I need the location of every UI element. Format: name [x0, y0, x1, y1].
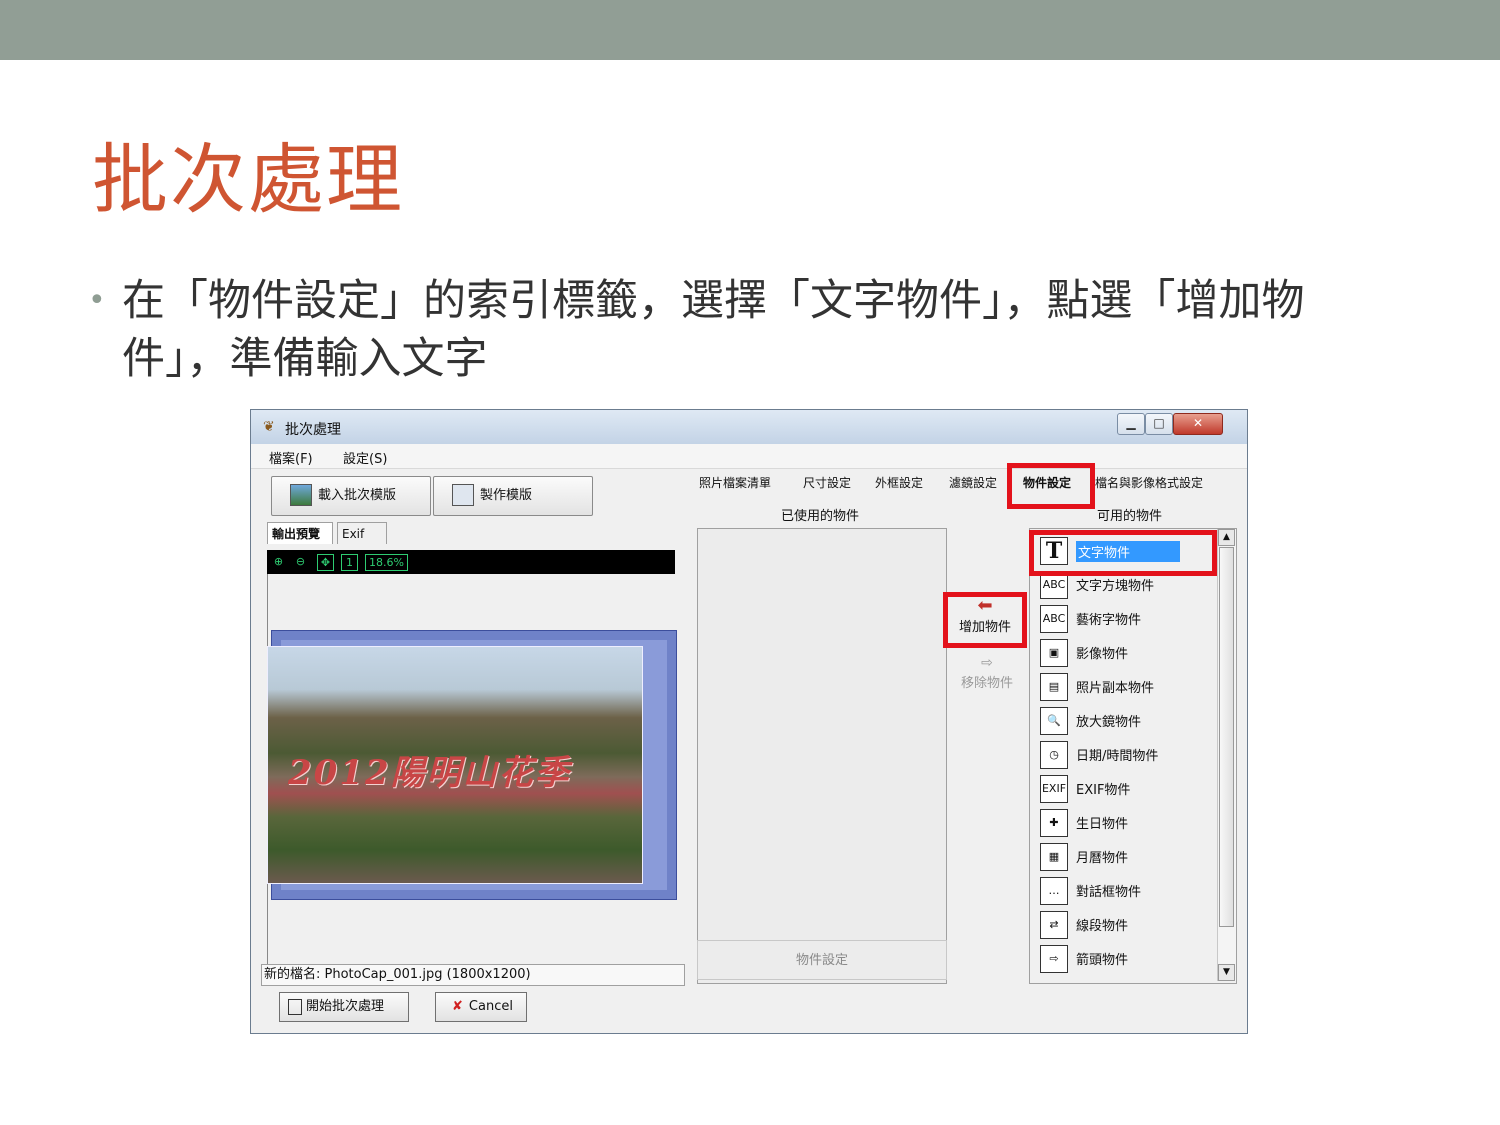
available-object-label: 影像物件	[1076, 647, 1129, 662]
actual-size-icon[interactable]: 1	[341, 554, 358, 571]
highlight-add-object	[943, 592, 1027, 648]
photo-caption: 2012陽明山花季	[288, 753, 571, 793]
cancel-label: Cancel	[468, 999, 513, 1014]
load-template-button[interactable]: 載入批次模版	[271, 476, 431, 516]
highlight-text-object	[1029, 530, 1217, 576]
tab-filename-format[interactable]: 檔名與影像格式設定	[1095, 472, 1203, 494]
tab-frame[interactable]: 外框設定	[875, 472, 923, 494]
available-list-scrollbar[interactable]: ▲ ▼	[1217, 529, 1236, 981]
slide-title: 批次處理	[92, 135, 404, 224]
make-template-icon	[452, 483, 474, 506]
tab-exif[interactable]: Exif	[337, 522, 387, 544]
available-object-item[interactable]: EXIF EXIF物件	[1040, 775, 1220, 805]
make-template-button[interactable]: 製作模版	[433, 476, 593, 516]
zoom-level: 18.6%	[365, 554, 408, 571]
available-object-label: 照片副本物件	[1076, 681, 1155, 696]
scroll-thumb[interactable]	[1219, 547, 1234, 927]
menu-bar: 檔案(F) 設定(S)	[251, 444, 1247, 469]
line-icon: ⇄	[1040, 911, 1068, 939]
bullet-dot: •	[88, 283, 106, 318]
object-settings-button[interactable]: 物件設定	[697, 940, 947, 980]
minimize-button[interactable]: ▁	[1117, 413, 1145, 435]
tab-output-preview[interactable]: 輸出預覽	[267, 522, 333, 544]
available-object-item[interactable]: ▦ 月曆物件	[1040, 843, 1220, 873]
load-template-label: 載入批次模版	[318, 488, 397, 503]
available-object-label: EXIF物件	[1076, 783, 1131, 798]
available-object-label: 箭頭物件	[1076, 953, 1129, 968]
slide-bullet: • 在「物件設定」的索引標籤，選擇「文字物件」，點選「增加物件」，準備輸入文字	[88, 272, 1378, 388]
available-object-label: 文字方塊物件	[1076, 579, 1155, 594]
status-bar: 新的檔名: PhotoCap_001.jpg (1800x1200)	[261, 964, 685, 986]
remove-object-button[interactable]: ⇨ 移除物件	[951, 654, 1023, 691]
scroll-up-icon[interactable]: ▲	[1218, 529, 1235, 546]
available-object-label: 日期/時間物件	[1076, 749, 1159, 764]
cake-icon: ✚	[1040, 809, 1068, 837]
object-settings-label: 物件設定	[795, 953, 848, 968]
zoom-out-icon[interactable]: ⊖	[293, 554, 308, 569]
art-text-icon: ABC	[1040, 605, 1068, 633]
available-object-item[interactable]: … 對話框物件	[1040, 877, 1220, 907]
available-object-label: 對話框物件	[1076, 885, 1142, 900]
available-object-label: 線段物件	[1076, 919, 1129, 934]
remove-object-label: 移除物件	[960, 676, 1013, 691]
arrow-icon: ⇨	[1040, 945, 1068, 973]
available-object-item[interactable]: 🔍 放大鏡物件	[1040, 707, 1220, 737]
available-object-item[interactable]: ABC 藝術字物件	[1040, 605, 1220, 635]
speech-bubble-icon: …	[1040, 877, 1068, 905]
exif-icon: EXIF	[1040, 775, 1068, 803]
slide-top-bar	[0, 0, 1500, 60]
highlight-object-tab	[1007, 463, 1095, 509]
menu-file[interactable]: 檔案(F)	[269, 448, 313, 467]
photocap-icon: ❦	[263, 419, 275, 435]
available-objects-list: T 文字物件 ABC 文字方塊物件 ABC 藝術字物件 ▣ 影像物件 ▤ 照片副本物件 🔍 放大鏡物件…	[1029, 528, 1237, 984]
cancel-button[interactable]: ✘ Cancel	[435, 992, 527, 1022]
batch-icon	[288, 998, 302, 1015]
preview-photo: 2012陽明山花季	[267, 646, 643, 884]
available-objects-header: 可用的物件	[1097, 509, 1163, 524]
fit-window-icon[interactable]: ✥	[317, 554, 334, 571]
scroll-down-icon[interactable]: ▼	[1218, 964, 1235, 981]
arrow-right-icon: ⇨	[981, 655, 993, 671]
cancel-x-icon: ✘	[452, 999, 463, 1014]
start-batch-label: 開始批次處理	[306, 999, 385, 1014]
settings-tabs: 照片檔案清單 尺寸設定 外框設定 濾鏡設定 物件設定 檔名與影像格式設定	[697, 472, 1243, 494]
window-titlebar[interactable]: ❦ 批次處理 ▁ □ ✕	[251, 410, 1247, 444]
available-object-item[interactable]: ▤ 照片副本物件	[1040, 673, 1220, 703]
start-batch-button[interactable]: 開始批次處理	[279, 992, 409, 1022]
available-object-item[interactable]: ▣ 影像物件	[1040, 639, 1220, 669]
close-button[interactable]: ✕	[1173, 413, 1223, 435]
available-object-label: 生日物件	[1076, 817, 1129, 832]
used-objects-header: 已使用的物件	[781, 509, 860, 524]
available-object-item[interactable]: ⇄ 線段物件	[1040, 911, 1220, 941]
available-object-item[interactable]: ⇨ 箭頭物件	[1040, 945, 1220, 975]
bullet-text: 在「物件設定」的索引標籤，選擇「文字物件」，點選「增加物件」，準備輸入文字	[122, 276, 1305, 384]
window-title: 批次處理	[285, 422, 341, 438]
batch-window: ❦ 批次處理 ▁ □ ✕ 檔案(F) 設定(S) 載入批次模版 製作模版 輸出預…	[250, 409, 1248, 1034]
available-object-label: 月曆物件	[1076, 851, 1129, 866]
available-object-item[interactable]: ✚ 生日物件	[1040, 809, 1220, 839]
zoom-in-icon[interactable]: ⊕	[271, 554, 286, 569]
image-icon: ▣	[1040, 639, 1068, 667]
photo-copy-icon: ▤	[1040, 673, 1068, 701]
calendar-icon: ▦	[1040, 843, 1068, 871]
tab-photo-list[interactable]: 照片檔案清單	[699, 472, 771, 494]
used-objects-list[interactable]	[697, 528, 947, 984]
available-object-item[interactable]: ◷ 日期/時間物件	[1040, 741, 1220, 771]
menu-settings[interactable]: 設定(S)	[343, 448, 387, 467]
load-template-icon	[290, 483, 312, 506]
maximize-button[interactable]: □	[1145, 413, 1173, 435]
tab-size[interactable]: 尺寸設定	[803, 472, 851, 494]
clock-icon: ◷	[1040, 741, 1068, 769]
available-object-label: 放大鏡物件	[1076, 715, 1142, 730]
make-template-label: 製作模版	[480, 488, 533, 503]
magnifier-icon: 🔍	[1040, 707, 1068, 735]
preview-toolbar: ⊕ ⊖ ✥ 1 18.6%	[267, 550, 675, 574]
available-object-label: 藝術字物件	[1076, 613, 1142, 628]
tab-filter[interactable]: 濾鏡設定	[949, 472, 997, 494]
